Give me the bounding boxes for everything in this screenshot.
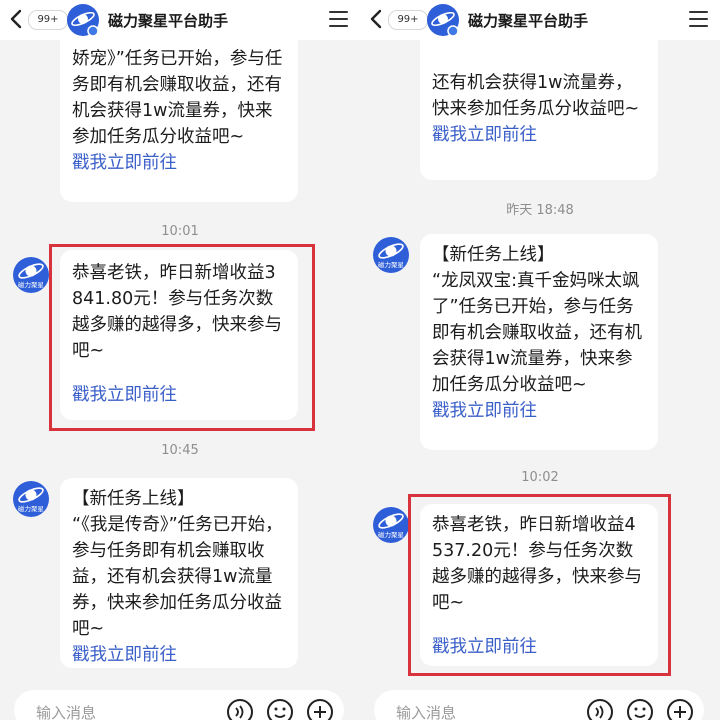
- chat-header: 99+ 磁力聚星平台助手: [0, 0, 360, 40]
- chat-title: 磁力聚星平台助手: [468, 12, 589, 30]
- voice-icon[interactable]: [586, 698, 614, 720]
- chat-panel-right: 99+ 磁力聚星平台助手 还有机会获得1w流量券，快来参加任务瓜分收益吧~ 戳我…: [360, 0, 720, 720]
- unread-badge[interactable]: 99+: [28, 10, 68, 30]
- input-bar: 输入消息: [0, 690, 360, 720]
- message-bubble: 【新任务上线】 “《我是传奇》”任务已开始，参与任务即有机会赚取收益，还有机会获…: [60, 478, 298, 668]
- chat-panel-left: 99+ 磁力聚星平台助手 娇宠》”任务已开始，参与任务即有机会赚取收益，还有机会…: [0, 0, 360, 720]
- avatar-label: 磁力聚星: [18, 504, 45, 513]
- emoji-icon[interactable]: [626, 698, 654, 720]
- assistant-avatar[interactable]: 磁力聚星: [12, 480, 50, 518]
- message-bubble: 娇宠》”任务已开始，参与任务即有机会赚取收益，还有机会获得1w流量券，快来参加任…: [60, 30, 298, 202]
- message-text: 还有机会获得1w流量券，快来参加任务瓜分收益吧~: [432, 73, 640, 119]
- timestamp: 10:01: [161, 224, 199, 239]
- timestamp: 昨天 18:48: [506, 203, 574, 218]
- assistant-avatar[interactable]: 磁力聚星: [372, 236, 410, 274]
- highlight-box: [408, 494, 671, 676]
- timestamp: 10:02: [521, 470, 559, 485]
- go-now-link[interactable]: 戳我立即前往: [432, 398, 646, 424]
- go-now-link[interactable]: 戳我立即前往: [72, 642, 286, 668]
- message-bubble: 还有机会获得1w流量券，快来参加任务瓜分收益吧~ 戳我立即前往: [420, 30, 658, 180]
- voice-icon[interactable]: [226, 698, 254, 720]
- message-bubble: 【新任务上线】 “龙凤双宝:真千金妈咪太飒了”任务已开始，参与任务即有机会赚取收…: [420, 234, 658, 450]
- emoji-icon[interactable]: [266, 698, 294, 720]
- assistant-avatar[interactable]: 磁力聚星: [372, 506, 410, 544]
- assistant-avatar[interactable]: [426, 3, 460, 37]
- input-bar: 输入消息: [360, 690, 720, 720]
- highlight-box: [49, 244, 315, 431]
- message-text: 【新任务上线】 “《我是传奇》”任务已开始，参与任务即有机会赚取收益，还有机会获…: [72, 489, 283, 639]
- timestamp: 10:45: [161, 443, 199, 458]
- message-input[interactable]: 输入消息: [14, 690, 344, 720]
- back-icon[interactable]: [6, 7, 28, 31]
- unread-badge[interactable]: 99+: [388, 10, 428, 30]
- assistant-avatar[interactable]: [66, 3, 100, 37]
- message-input[interactable]: 输入消息: [374, 690, 704, 720]
- message-text: 娇宠》”任务已开始，参与任务即有机会赚取收益，还有机会获得1w流量券，快来参加任…: [72, 49, 283, 147]
- message-text: 【新任务上线】 “龙凤双宝:真千金妈咪太飒了”任务已开始，参与任务即有机会赚取收…: [432, 245, 642, 395]
- go-now-link[interactable]: 戳我立即前往: [72, 150, 286, 176]
- avatar-label: 磁力聚星: [378, 530, 405, 539]
- menu-icon[interactable]: [329, 11, 348, 27]
- chat-header: 99+ 磁力聚星平台助手: [360, 0, 720, 40]
- back-icon[interactable]: [366, 7, 388, 31]
- avatar-label: 磁力聚星: [378, 260, 405, 269]
- plus-icon[interactable]: [666, 698, 694, 720]
- chat-title: 磁力聚星平台助手: [108, 12, 229, 30]
- avatar-label: 磁力聚星: [18, 280, 45, 289]
- assistant-avatar[interactable]: 磁力聚星: [12, 256, 50, 294]
- go-now-link[interactable]: 戳我立即前往: [432, 122, 646, 148]
- plus-icon[interactable]: [306, 698, 334, 720]
- menu-icon[interactable]: [689, 11, 708, 27]
